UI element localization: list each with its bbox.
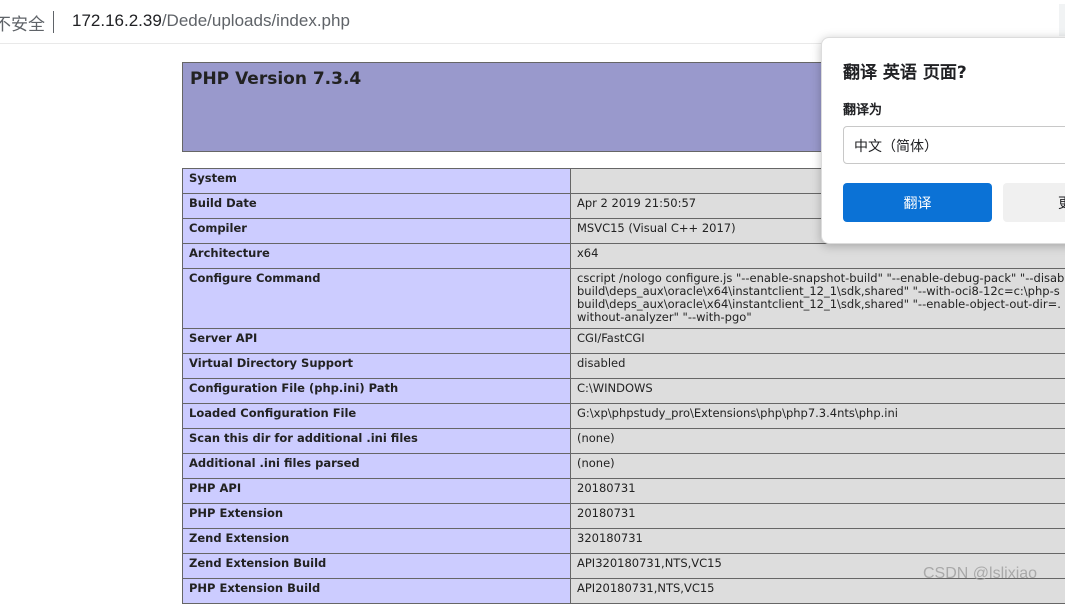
url-host: 172.16.2.39 xyxy=(72,11,162,30)
table-row: Zend Extension320180731 xyxy=(183,529,1065,554)
row-key: Zend Extension Build xyxy=(183,554,571,579)
table-row: Loaded Configuration FileG:\xp\phpstudy_… xyxy=(183,404,1065,429)
row-value: CGI/FastCGI xyxy=(571,329,1065,354)
table-row: Virtual Directory Supportdisabled xyxy=(183,354,1065,379)
row-key: Server API xyxy=(183,329,571,354)
csdn-watermark: CSDN @lslixiao xyxy=(923,565,1037,583)
target-language-select[interactable]: 中文（简体） xyxy=(843,126,1065,164)
row-key: PHP API xyxy=(183,479,571,504)
row-value: C:\WINDOWS xyxy=(571,379,1065,404)
row-key: Loaded Configuration File xyxy=(183,404,571,429)
table-row: Configure Commandcscript /nologo configu… xyxy=(183,269,1065,329)
url-text[interactable]: 172.16.2.39/Dede/uploads/index.php xyxy=(72,11,350,31)
row-value: G:\xp\phpstudy_pro\Extensions\php\php7.3… xyxy=(571,404,1065,429)
row-value: x64 xyxy=(571,244,1065,269)
table-row: PHP Extension20180731 xyxy=(183,504,1065,529)
row-key: PHP Extension Build xyxy=(183,579,571,604)
row-key: Build Date xyxy=(183,194,571,219)
row-key: Configuration File (php.ini) Path xyxy=(183,379,571,404)
row-key: PHP Extension xyxy=(183,504,571,529)
table-row: Scan this dir for additional .ini files(… xyxy=(183,429,1065,454)
table-row: Additional .ini files parsed(none) xyxy=(183,454,1065,479)
row-value: 320180731 xyxy=(571,529,1065,554)
table-row: Architecturex64 xyxy=(183,244,1065,269)
php-version-title: PHP Version 7.3.4 xyxy=(190,69,361,89)
row-key: Scan this dir for additional .ini files xyxy=(183,429,571,454)
translate-button[interactable]: 翻译 xyxy=(843,183,992,222)
row-value: (none) xyxy=(571,454,1065,479)
address-bar-edge xyxy=(1059,4,1065,36)
row-key: System xyxy=(183,169,571,194)
table-row: PHP API20180731 xyxy=(183,479,1065,504)
row-key: Configure Command xyxy=(183,269,571,329)
row-value: 20180731 xyxy=(571,504,1065,529)
more-button[interactable]: 更 xyxy=(1003,183,1065,222)
row-key: Additional .ini files parsed xyxy=(183,454,571,479)
translate-popup-title: 翻译 英语 页面? xyxy=(843,58,967,83)
translate-to-label: 翻译为 xyxy=(843,99,882,118)
table-row: Configuration File (php.ini) PathC:\WIND… xyxy=(183,379,1065,404)
row-value: 20180731 xyxy=(571,479,1065,504)
url-path: /Dede/uploads/index.php xyxy=(162,11,350,30)
row-key: Zend Extension xyxy=(183,529,571,554)
row-value: disabled xyxy=(571,354,1065,379)
row-key: Compiler xyxy=(183,219,571,244)
security-status-label[interactable]: 不安全 xyxy=(0,10,45,35)
table-row: Server APICGI/FastCGI xyxy=(183,329,1065,354)
translate-popup: 翻译 英语 页面? 翻译为 中文（简体） 翻译 更 xyxy=(821,37,1065,244)
row-value: (none) xyxy=(571,429,1065,454)
row-key: Virtual Directory Support xyxy=(183,354,571,379)
row-key: Architecture xyxy=(183,244,571,269)
address-bar-divider xyxy=(53,11,54,33)
row-value: cscript /nologo configure.js "--enable-s… xyxy=(571,269,1065,329)
